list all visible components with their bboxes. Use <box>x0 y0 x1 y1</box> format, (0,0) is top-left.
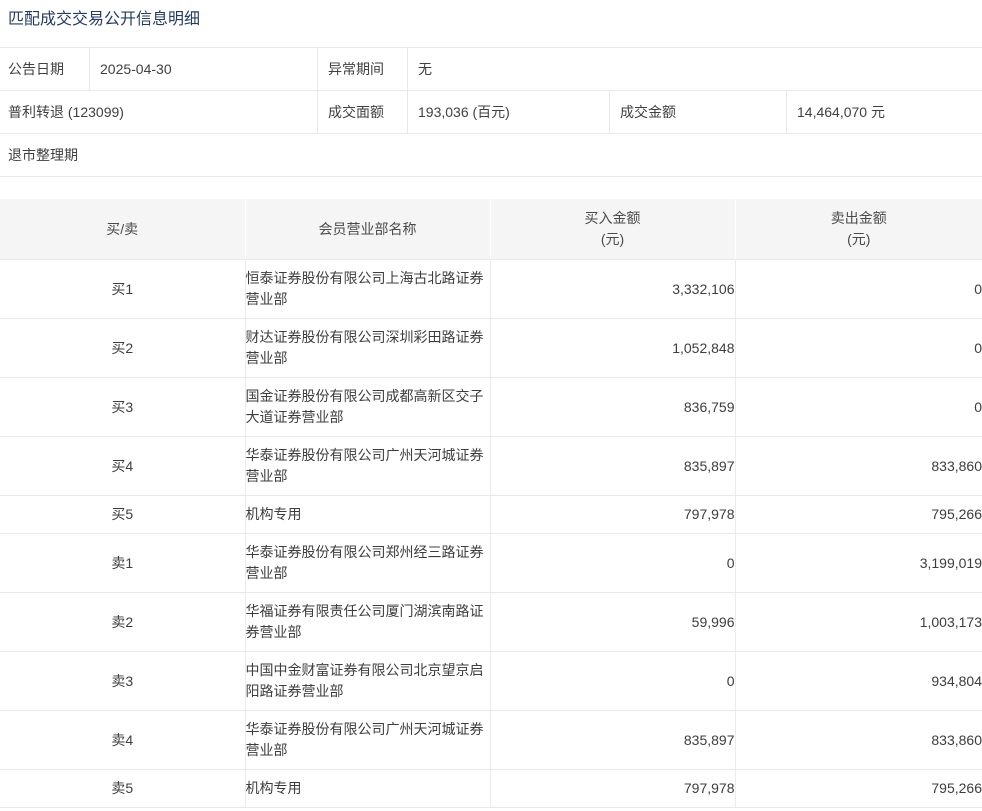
buy-amount: 836,759 <box>490 377 736 437</box>
table-row: 买1 恒泰证券股份有限公司上海古北路证券 营业部 3,332,106 0 <box>0 259 982 319</box>
buy-amount: 0 <box>490 533 736 593</box>
table-row: 卖3 中国中金财富证券有限公司北京望京启 阳路证券营业部 0 934,804 <box>0 651 982 711</box>
sell-amount: 1,003,173 <box>735 592 982 652</box>
buy-amount: 797,978 <box>490 495 736 534</box>
branch-name: 恒泰证券股份有限公司上海古北路证券 营业部 <box>245 259 491 319</box>
branch-name: 中国中金财富证券有限公司北京望京启 阳路证券营业部 <box>245 651 491 711</box>
col-header-side: 买/卖 <box>0 199 246 260</box>
branch-name: 国金证券股份有限公司成都高新区交子 大道证券营业部 <box>245 377 491 437</box>
sell-amount: 833,860 <box>735 710 982 770</box>
announce-date-label: 公告日期 <box>0 48 90 90</box>
face-amount-value: 193,036 (百元) <box>408 91 610 133</box>
sell-amount: 0 <box>735 318 982 378</box>
info-row-1: 公告日期 2025-04-30 异常期间 无 <box>0 48 982 91</box>
turnover-value: 14,464,070 元 <box>797 104 885 120</box>
abnormal-period-label: 异常期间 <box>318 48 408 90</box>
branch-name: 华福证券有限责任公司厦门湖滨南路证 券营业部 <box>245 592 491 652</box>
col-header-branch: 会员营业部名称 <box>245 199 491 260</box>
abnormal-period-value: 无 <box>418 61 432 77</box>
turnover-label: 成交金额 <box>610 91 787 133</box>
buy-amount: 0 <box>490 651 736 711</box>
col-header-sell-amount: 卖出金额 (元) <box>735 199 982 260</box>
sell-amount: 934,804 <box>735 651 982 711</box>
table-row: 买4 华泰证券股份有限公司广州天河城证券 营业部 835,897 833,860 <box>0 436 982 496</box>
buy-amount: 1,052,848 <box>490 318 736 378</box>
side-label: 买4 <box>0 436 246 496</box>
side-label: 卖4 <box>0 710 246 770</box>
table-row: 卖1 华泰证券股份有限公司郑州经三路证券 营业部 0 3,199,019 <box>0 533 982 593</box>
announce-date-value: 2025-04-30 <box>90 48 318 90</box>
side-label: 买1 <box>0 259 246 319</box>
branch-name: 财达证券股份有限公司深圳彩田路证券 营业部 <box>245 318 491 378</box>
trade-detail-table: 买/卖 会员营业部名称 买入金额 (元) 卖出金额 (元) 买1 恒泰证券股份有… <box>0 199 982 808</box>
side-label: 买2 <box>0 318 246 378</box>
page-title: 匹配成交交易公开信息明细 <box>8 11 201 28</box>
info-row-3: 退市整理期 <box>0 134 982 177</box>
table-row: 买2 财达证券股份有限公司深圳彩田路证券 营业部 1,052,848 0 <box>0 318 982 378</box>
info-row-2: 普利转退 (123099) 成交面额 193,036 (百元) 成交金额 14,… <box>0 91 982 134</box>
side-label: 卖3 <box>0 651 246 711</box>
branch-name: 机构专用 <box>245 495 491 534</box>
side-label: 卖2 <box>0 592 246 652</box>
table-row: 卖2 华福证券有限责任公司厦门湖滨南路证 券营业部 59,996 1,003,1… <box>0 592 982 652</box>
side-label: 买3 <box>0 377 246 437</box>
side-label: 卖1 <box>0 533 246 593</box>
branch-name: 华泰证券股份有限公司郑州经三路证券 营业部 <box>245 533 491 593</box>
security-name: 普利转退 (123099) <box>0 91 318 133</box>
period-status: 退市整理期 <box>8 147 78 163</box>
branch-name: 华泰证券股份有限公司广州天河城证券 营业部 <box>245 436 491 496</box>
sell-amount: 0 <box>735 377 982 437</box>
side-label: 买5 <box>0 495 246 534</box>
sell-amount: 795,266 <box>735 495 982 534</box>
buy-amount: 835,897 <box>490 710 736 770</box>
sell-amount: 3,199,019 <box>735 533 982 593</box>
table-row: 买3 国金证券股份有限公司成都高新区交子 大道证券营业部 836,759 0 <box>0 377 982 437</box>
sell-amount: 0 <box>735 259 982 319</box>
sell-amount: 833,860 <box>735 436 982 496</box>
table-header-row: 买/卖 会员营业部名称 买入金额 (元) 卖出金额 (元) <box>0 199 982 260</box>
table-row: 买5 机构专用 797,978 795,266 <box>0 495 982 534</box>
buy-amount: 3,332,106 <box>490 259 736 319</box>
table-row: 卖4 华泰证券股份有限公司广州天河城证券 营业部 835,897 833,860 <box>0 710 982 770</box>
col-header-buy-amount: 买入金额 (元) <box>490 199 736 260</box>
summary-info-grid: 公告日期 2025-04-30 异常期间 无 普利转退 (123099) 成交面… <box>0 47 982 177</box>
buy-amount: 835,897 <box>490 436 736 496</box>
face-amount-label: 成交面额 <box>318 91 408 133</box>
buy-amount: 59,996 <box>490 592 736 652</box>
branch-name: 华泰证券股份有限公司广州天河城证券 营业部 <box>245 710 491 770</box>
